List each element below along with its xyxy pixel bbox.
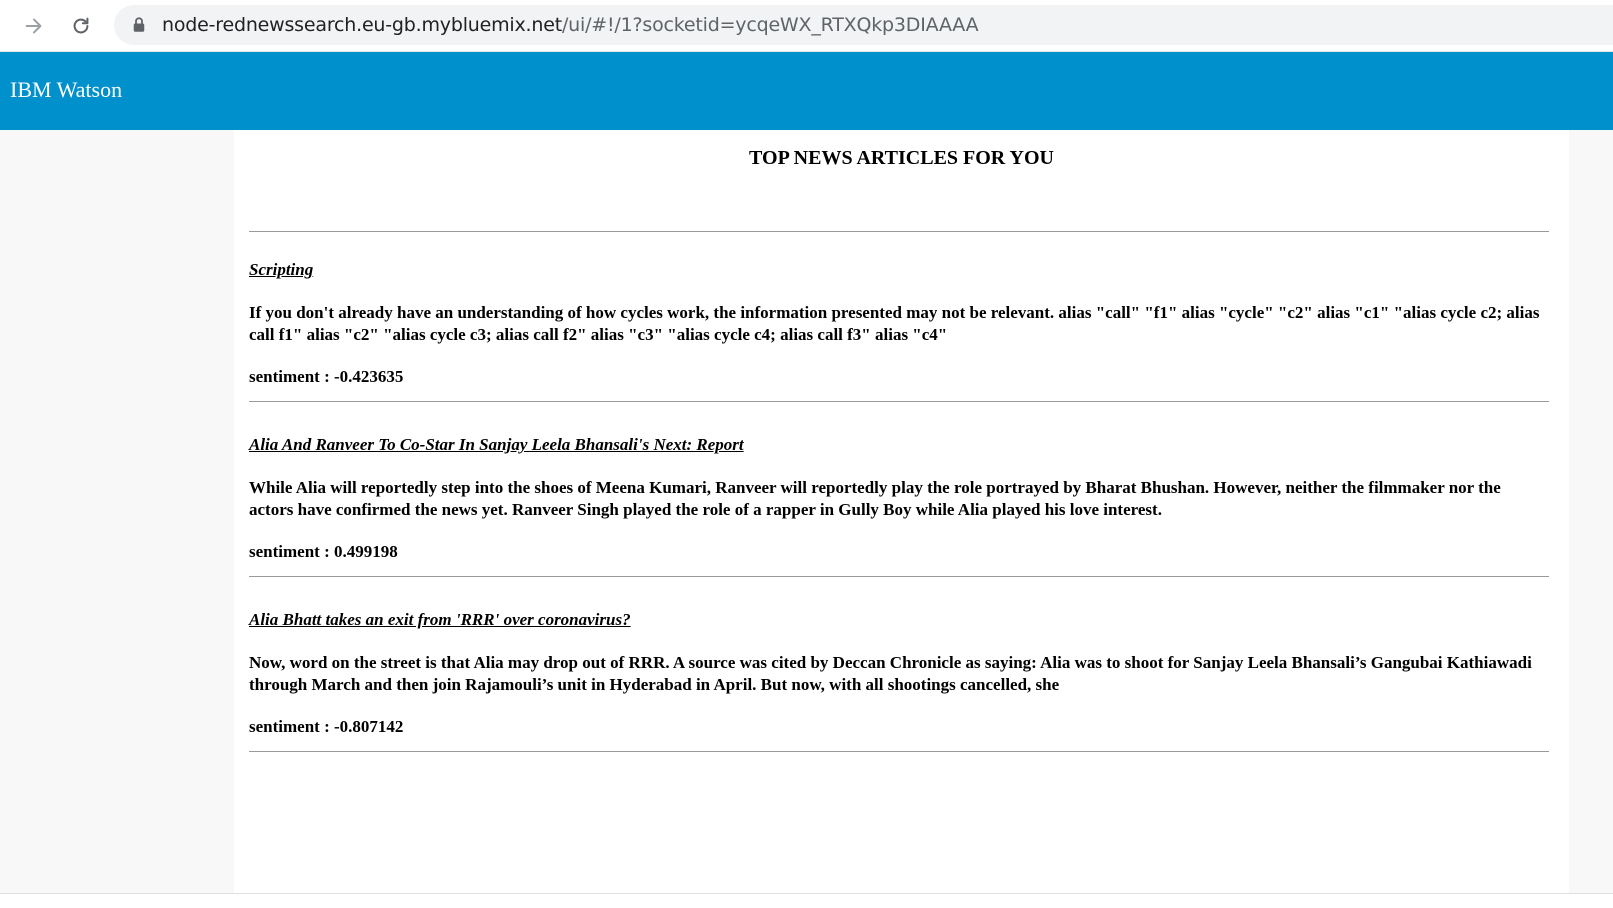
address-bar[interactable]: node-rednewssearch.eu-gb.mybluemix.net/u… [114, 5, 1613, 45]
divider [249, 576, 1549, 577]
reload-icon [73, 17, 89, 34]
article-item: Alia And Ranveer To Co-Star In Sanjay Le… [249, 435, 1549, 610]
divider [249, 751, 1549, 752]
browser-toolbar: node-rednewssearch.eu-gb.mybluemix.net/u… [0, 0, 1613, 52]
article-description: Now, word on the street is that Alia may… [249, 653, 1532, 694]
app-title: IBM Watson [10, 77, 123, 102]
forward-button[interactable] [18, 10, 50, 42]
news-card: TOP NEWS ARTICLES FOR YOU Scripting If y… [234, 130, 1569, 893]
reload-button[interactable] [65, 10, 97, 42]
arrow-right-icon [25, 18, 42, 34]
article-item: Scripting If you don't already have an u… [249, 260, 1549, 435]
article-description: If you don't already have an understandi… [249, 303, 1540, 344]
app-header: IBM Watson [0, 52, 1613, 130]
url-path: /ui/#!/1?socketid=ycqeWX_RTXQkp3DIAAAA [561, 14, 979, 36]
url-text[interactable]: node-rednewssearch.eu-gb.mybluemix.net/u… [162, 14, 979, 36]
divider [249, 231, 1549, 232]
article-title-link[interactable]: Alia Bhatt takes an exit from 'RRR' over… [249, 610, 631, 630]
article-description: While Alia will reportedly step into the… [249, 478, 1501, 519]
lock-icon[interactable] [130, 16, 148, 34]
article-sentiment: sentiment : -0.807142 [249, 717, 404, 736]
article-item: Alia Bhatt takes an exit from 'RRR' over… [249, 610, 1549, 785]
article-list: Scripting If you don't already have an u… [249, 260, 1549, 785]
article-sentiment: sentiment : 0.499198 [249, 542, 398, 561]
divider [249, 401, 1549, 402]
url-host: node-rednewssearch.eu-gb.mybluemix.net [162, 14, 562, 36]
article-sentiment: sentiment : -0.423635 [249, 367, 404, 386]
article-title-link[interactable]: Scripting [249, 260, 313, 280]
status-strip [0, 893, 1613, 908]
page-title: TOP NEWS ARTICLES FOR YOU [749, 147, 1054, 169]
article-title-link[interactable]: Alia And Ranveer To Co-Star In Sanjay Le… [249, 435, 744, 455]
